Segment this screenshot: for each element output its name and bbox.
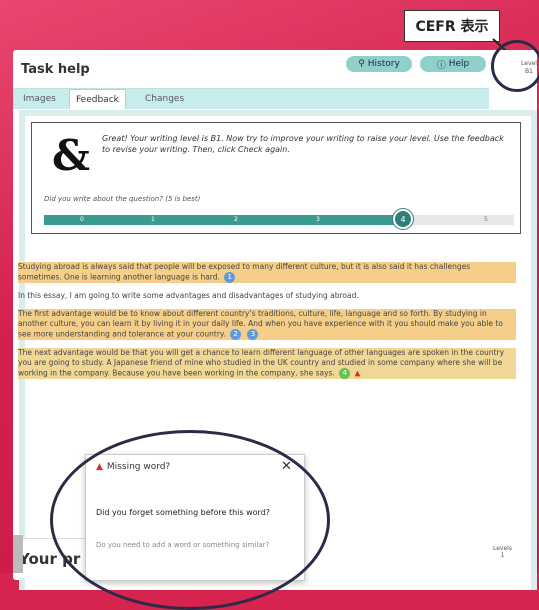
essay-paragraph: In this essay, I am going to write some …: [18, 291, 359, 300]
left-strip: [13, 535, 23, 573]
levels-label: Levels: [493, 545, 512, 552]
slider-tick: 0: [80, 216, 84, 223]
tab-bar: Images Feedback Changes: [13, 88, 489, 109]
feedback-message: Great! Your writing level is B1. Now try…: [102, 134, 504, 154]
essay-paragraph-text: The next advantage would be that you wil…: [18, 348, 505, 378]
question-text: Did you write about the question? (5 is …: [44, 195, 201, 203]
ampersand-logo-icon: &: [52, 131, 90, 180]
slider-knob[interactable]: 4: [393, 209, 413, 229]
history-button-label: History: [367, 59, 400, 69]
help-icon: ⓘ: [436, 60, 446, 71]
essay-paragraph: The first advantage would be to know abo…: [18, 309, 516, 340]
search-icon: ⚲: [358, 59, 365, 69]
cefr-callout-label: CEFR 表示: [404, 10, 500, 42]
suggestion-pin[interactable]: 4: [339, 368, 351, 379]
warning-icon[interactable]: ▲: [355, 369, 361, 378]
error-pin[interactable]: 2: [230, 329, 242, 340]
levels-value: 1: [500, 552, 505, 559]
essay-paragraph: The next advantage would be that you wil…: [18, 348, 516, 379]
popup-highlight-circle: [50, 430, 330, 610]
tab-feedback[interactable]: Feedback: [69, 89, 126, 109]
slider-tick: 3: [316, 216, 320, 223]
level-highlight-circle: [491, 40, 539, 92]
error-pin[interactable]: 1: [224, 272, 236, 283]
slider-tick: 1: [151, 216, 155, 223]
feedback-box: & Great! Your writing level is B1. Now t…: [31, 122, 521, 234]
score-slider[interactable]: 0 1 2 3 5 4: [44, 209, 514, 229]
slider-tick: 5: [484, 216, 488, 223]
error-pin[interactable]: 3: [247, 329, 259, 340]
levels-indicator: Levels 1: [493, 545, 512, 559]
essay-text: Studying abroad is always said that peop…: [18, 262, 516, 387]
tab-images[interactable]: Images: [17, 89, 62, 109]
essay-paragraph-text: The first advantage would be to know abo…: [18, 309, 503, 339]
slider-fill: [44, 215, 406, 225]
essay-paragraph-text: Studying abroad is always said that peop…: [18, 262, 471, 282]
essay-paragraph: Studying abroad is always said that peop…: [18, 262, 516, 283]
help-button-label: Help: [448, 59, 470, 69]
help-button[interactable]: ⓘ Help: [420, 56, 486, 72]
slider-tick: 2: [234, 216, 238, 223]
tab-changes[interactable]: Changes: [139, 89, 190, 109]
page-title: Task help: [21, 62, 90, 77]
history-button[interactable]: ⚲ History: [346, 56, 412, 72]
